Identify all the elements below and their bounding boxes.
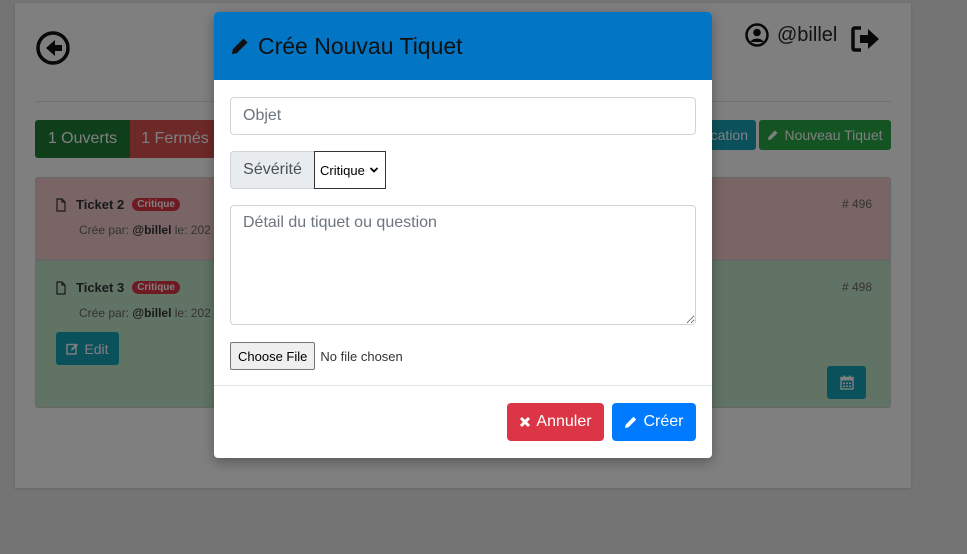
close-icon bbox=[520, 416, 531, 428]
cancel-button[interactable]: Annuler bbox=[507, 403, 604, 441]
create-label: Créer bbox=[643, 413, 684, 430]
choose-file-button[interactable]: Choose File bbox=[230, 342, 316, 370]
file-status-text: No file chosen bbox=[320, 348, 403, 364]
modal-title: Crée Nouvau Tiquet bbox=[258, 32, 463, 59]
create-button[interactable]: Créer bbox=[612, 403, 696, 441]
detail-textarea[interactable] bbox=[230, 205, 696, 325]
pencil-icon bbox=[625, 416, 637, 428]
chevron-down-icon bbox=[369, 167, 379, 173]
cancel-label: Annuler bbox=[536, 413, 592, 430]
subject-input[interactable] bbox=[230, 97, 696, 135]
severity-label: Sévérité bbox=[230, 151, 314, 189]
file-upload: Choose File No file chosen bbox=[230, 342, 403, 370]
create-ticket-modal: Crée Nouvau Tiquet Sévérité Critique Cho… bbox=[214, 12, 712, 458]
severity-selected-value: Critique bbox=[320, 162, 365, 178]
modal-header: Crée Nouvau Tiquet bbox=[214, 12, 712, 80]
modal-footer-divider bbox=[214, 385, 712, 386]
pencil-icon bbox=[232, 38, 248, 54]
severity-select[interactable]: Critique bbox=[314, 151, 386, 189]
